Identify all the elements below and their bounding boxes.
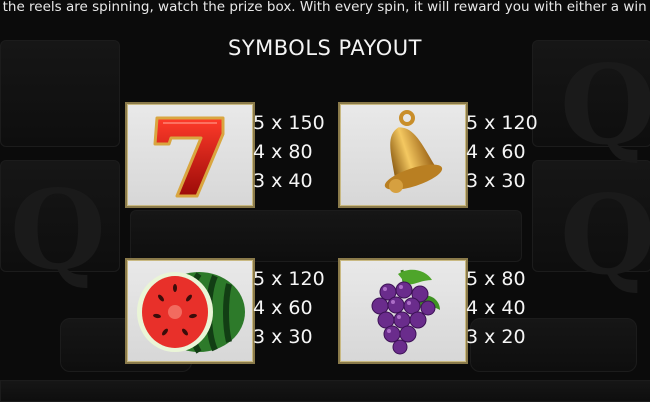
payout-5: 5 x 150	[253, 112, 325, 134]
payout-5: 5 x 120	[466, 112, 538, 134]
seven-icon	[153, 116, 225, 198]
bell-icon	[384, 110, 443, 193]
payout-4: 4 x 60	[253, 297, 313, 319]
payout-3: 3 x 20	[466, 326, 526, 348]
payout-4: 4 x 80	[253, 141, 313, 163]
payout-4: 4 x 40	[466, 297, 526, 319]
symbol-card-watermelon	[125, 258, 255, 364]
payout-4: 4 x 60	[466, 141, 526, 163]
page-title: SYMBOLS PAYOUT	[227, 36, 422, 60]
payout-list-bell: 5 x 120 4 x 60 3 x 30	[466, 109, 538, 196]
payout-list-watermelon: 5 x 120 4 x 60 3 x 30	[253, 265, 325, 352]
payout-3: 3 x 40	[253, 170, 313, 192]
info-marquee: e the reels are spinning, watch the priz…	[0, 0, 650, 18]
symbol-card-grapes	[338, 258, 468, 364]
payout-list-grapes: 5 x 80 4 x 40 3 x 20	[466, 265, 526, 352]
symbol-card-bell	[338, 102, 468, 208]
payout-5: 5 x 120	[253, 268, 325, 290]
payout-3: 3 x 30	[466, 170, 526, 192]
marquee-text: e the reels are spinning, watch the priz…	[0, 0, 650, 15]
payout-list-seven: 5 x 150 4 x 80 3 x 40	[253, 109, 325, 196]
payout-3: 3 x 30	[253, 326, 313, 348]
payout-5: 5 x 80	[466, 268, 526, 290]
grapes-icon	[371, 269, 440, 355]
symbol-card-seven	[125, 102, 255, 208]
watermelon-icon	[137, 272, 245, 354]
